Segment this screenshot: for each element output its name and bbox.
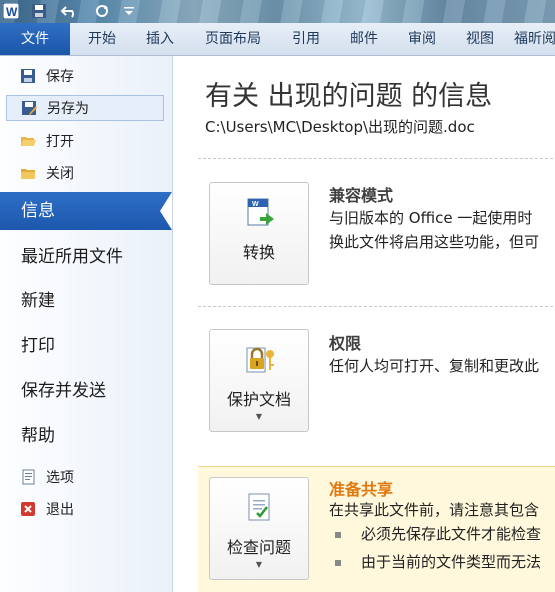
customize-quick-access-icon[interactable] bbox=[122, 1, 136, 21]
file-path: C:\Users\MC\Desktop\出现的问题.doc bbox=[205, 118, 475, 136]
sidebar-item-label: 另存为 bbox=[47, 101, 89, 117]
tab-view[interactable]: 视图 bbox=[452, 23, 508, 55]
sidebar-item-label: 关闭 bbox=[46, 166, 74, 182]
sidebar-item-save-as[interactable]: 另存为 bbox=[6, 95, 164, 121]
dropdown-caret-icon: ▼ bbox=[255, 560, 263, 569]
check-issues-icon bbox=[244, 492, 276, 524]
sidebar-item-open[interactable]: 打开 bbox=[6, 128, 164, 154]
sidebar-item-label: 保存 bbox=[46, 69, 74, 85]
undo-icon[interactable] bbox=[58, 1, 82, 21]
check-issues-button[interactable]: 检查问题 ▼ bbox=[209, 477, 309, 580]
section-divider bbox=[198, 306, 555, 307]
check-issues-button-label: 检查问题 bbox=[226, 538, 291, 557]
bullet-icon bbox=[335, 532, 341, 538]
sidebar-item-print[interactable]: 打印 bbox=[0, 327, 172, 365]
save-as-icon bbox=[21, 100, 37, 116]
tab-review[interactable]: 审阅 bbox=[394, 23, 450, 55]
compat-section-title: 兼容模式 bbox=[329, 186, 394, 205]
save-icon[interactable] bbox=[30, 1, 48, 21]
bullet-icon bbox=[335, 560, 341, 566]
save-icon bbox=[20, 68, 36, 84]
convert-document-icon: W bbox=[244, 197, 276, 229]
prepare-sharing-bullet: 必须先保存此文件才能检查 bbox=[361, 525, 542, 543]
word-app-icon[interactable]: W bbox=[2, 1, 20, 21]
sidebar-item-save-send[interactable]: 保存并发送 bbox=[0, 372, 172, 410]
sidebar-item-close[interactable]: 关闭 bbox=[6, 160, 164, 186]
sidebar-item-save[interactable]: 保存 bbox=[6, 63, 164, 89]
title-bar: W bbox=[0, 0, 555, 23]
prepare-sharing-bullet: 由于当前的文件类型而无法 bbox=[361, 553, 542, 571]
sidebar-item-label: 选项 bbox=[46, 470, 74, 486]
compat-text-line: 换此文件将启用这些功能，但可 bbox=[329, 233, 540, 251]
sidebar-item-new[interactable]: 新建 bbox=[0, 282, 172, 320]
page-title: 有关 出现的问题 的信息 bbox=[205, 81, 493, 112]
convert-button[interactable]: W 转换 bbox=[209, 182, 309, 285]
tab-references[interactable]: 引用 bbox=[278, 23, 334, 55]
svg-text:W: W bbox=[6, 5, 18, 19]
protect-document-button[interactable]: 保护文档 ▼ bbox=[209, 329, 309, 432]
tab-insert[interactable]: 插入 bbox=[132, 23, 188, 55]
ribbon-tab-bar: 文件 开始 插入 页面布局 引用 邮件 审阅 视图 福昕阅 bbox=[0, 23, 555, 56]
compat-text-line: 与旧版本的 Office 一起使用时 bbox=[329, 209, 533, 227]
sidebar-item-exit[interactable]: 退出 bbox=[6, 496, 164, 522]
sidebar-item-info[interactable]: 信息 bbox=[0, 192, 172, 230]
permissions-section-title: 权限 bbox=[329, 334, 362, 353]
dropdown-caret-icon: ▼ bbox=[255, 412, 263, 421]
tab-home[interactable]: 开始 bbox=[74, 23, 130, 55]
close-folder-icon bbox=[20, 165, 36, 181]
tab-mailings[interactable]: 邮件 bbox=[336, 23, 392, 55]
tab-foxit[interactable]: 福昕阅 bbox=[514, 23, 555, 55]
protect-document-button-label: 保护文档 bbox=[226, 390, 291, 409]
selection-arrow bbox=[160, 192, 172, 230]
tab-page-layout[interactable]: 页面布局 bbox=[196, 23, 270, 55]
sidebar-item-recent[interactable]: 最近所用文件 bbox=[0, 238, 172, 276]
convert-button-label: 转换 bbox=[242, 243, 275, 262]
section-divider bbox=[198, 158, 555, 159]
tab-file[interactable]: 文件 bbox=[0, 23, 70, 55]
prepare-sharing-text-line: 在共享此文件前，请注意其包含 bbox=[329, 501, 540, 519]
sidebar-item-label: 信息 bbox=[21, 201, 55, 221]
sidebar-item-label: 打开 bbox=[46, 134, 74, 150]
options-icon bbox=[20, 469, 36, 485]
permissions-text-line: 任何人均可打开、复制和更改此 bbox=[329, 357, 540, 375]
exit-icon bbox=[20, 501, 36, 517]
open-folder-icon bbox=[20, 133, 36, 149]
sidebar-item-options[interactable]: 选项 bbox=[6, 464, 164, 490]
backstage-sidebar: 保存 另存为 打开 关闭 信息 最近所用文件 新建 打印 保存并发送 帮助 选项 bbox=[0, 56, 173, 592]
info-pane: 有关 出现的问题 的信息 C:\Users\MC\Desktop\出现的问题.d… bbox=[173, 56, 555, 592]
protect-document-icon bbox=[244, 344, 276, 376]
svg-text:W: W bbox=[252, 201, 259, 208]
prepare-sharing-section-title: 准备共享 bbox=[329, 480, 394, 499]
sidebar-item-label: 退出 bbox=[46, 502, 74, 518]
redo-icon[interactable] bbox=[90, 1, 114, 21]
sidebar-item-help[interactable]: 帮助 bbox=[0, 417, 172, 455]
